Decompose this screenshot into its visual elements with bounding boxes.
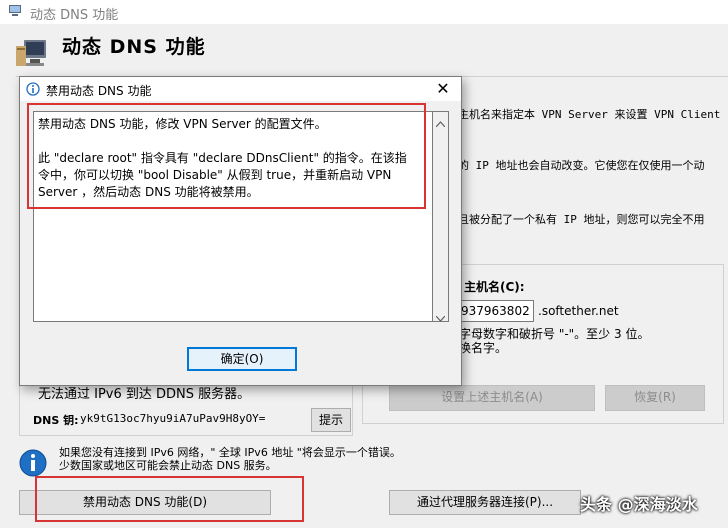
highlight-box-dialog xyxy=(27,103,426,209)
app-monitor-icon xyxy=(8,5,22,17)
set-hostname-button[interactable]: 设置上述主机名(A) xyxy=(389,385,595,411)
description-line-1: 主机名来指定本 VPN Server 来设置 VPN Client xyxy=(458,108,721,121)
window-titlebar: 动态 DNS 功能 xyxy=(0,0,728,24)
dns-key-value: yk9tG13oc7hyu9iA7uPav9H8yOY= xyxy=(80,412,266,425)
close-icon[interactable]: ✕ xyxy=(432,79,454,99)
dns-key-label: DNS 钥: xyxy=(33,414,79,427)
header-title: 动态 DNS 功能 xyxy=(62,36,206,58)
info-icon xyxy=(26,82,40,99)
description-line-3: 且被分配了一个私有 IP 地址，则您可以完全不用 xyxy=(458,213,705,226)
window-title: 动态 DNS 功能 xyxy=(30,8,119,23)
ok-button[interactable]: 确定(O) xyxy=(187,347,297,371)
scroll-down-icon[interactable] xyxy=(435,311,446,325)
description-line-2: 的 IP 地址也会自动改变。它使您在仅使用一个动 xyxy=(458,159,705,172)
dialog-title: 禁用动态 DNS 功能 xyxy=(46,84,152,98)
hostname-hint-2: 换名字。 xyxy=(459,341,508,355)
info-text-2: 少数国家或地区可能会禁止动态 DNS 服务。 xyxy=(59,459,277,472)
hostname-input[interactable]: 937963802 xyxy=(456,300,534,322)
hostname-suffix: .softether.net xyxy=(538,304,619,318)
computer-monitor-icon xyxy=(14,38,48,70)
highlight-box-bottom xyxy=(35,476,304,522)
restore-button[interactable]: 恢复(R) xyxy=(605,385,705,411)
watermark: 头条 @深海淡水 xyxy=(580,495,698,514)
dialog-titlebar: 禁用动态 DNS 功能 ✕ xyxy=(20,77,461,101)
proxy-connect-button[interactable]: 通过代理服务器连接(P)... xyxy=(389,490,581,515)
dialog-scrollbar[interactable] xyxy=(433,111,449,322)
hostname-label: 主机名(C): xyxy=(464,280,525,294)
show-key-button[interactable]: 提示 xyxy=(311,408,351,432)
scroll-up-icon[interactable] xyxy=(435,116,446,130)
